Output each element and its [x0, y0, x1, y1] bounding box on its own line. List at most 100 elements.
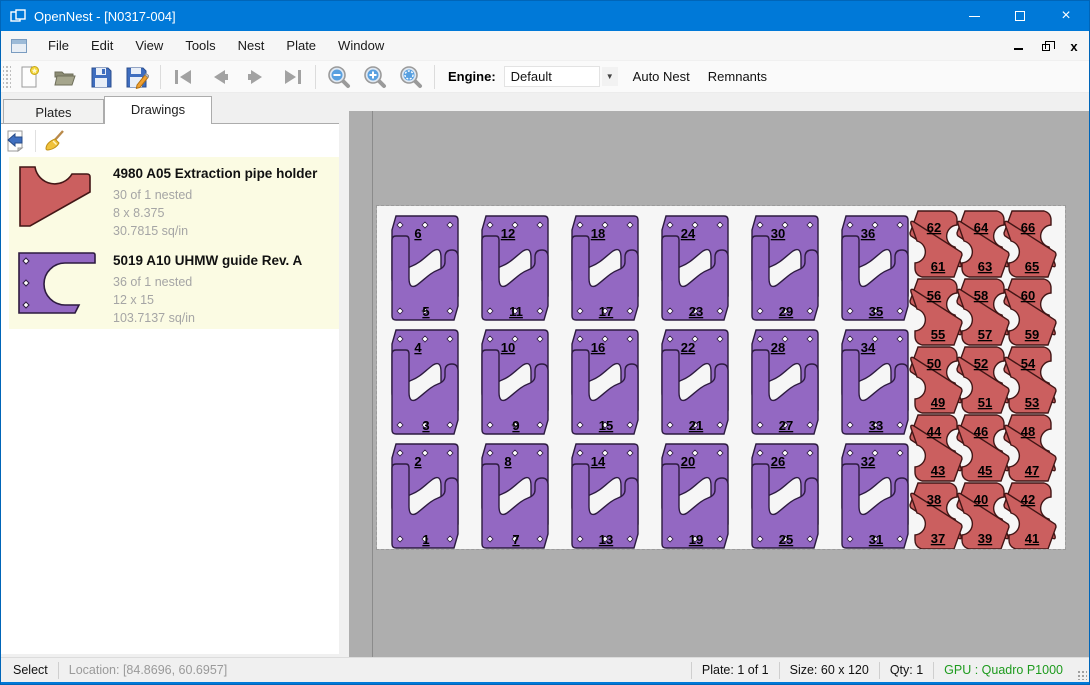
- zoom-in-button[interactable]: [357, 63, 393, 91]
- maximize-button[interactable]: [997, 1, 1043, 31]
- toolbar-separator: [434, 65, 435, 89]
- red-part-pair[interactable]: 6665: [1004, 211, 1056, 277]
- mdi-minimize-button[interactable]: [1011, 39, 1025, 53]
- purple-part-pair[interactable]: 3231: [842, 444, 908, 548]
- menu-item-tools[interactable]: Tools: [174, 33, 226, 58]
- purple-part-pair[interactable]: 21: [392, 444, 458, 548]
- drawing-title: 4980 A05 Extraction pipe holder: [113, 166, 317, 181]
- first-arrow-icon: [172, 65, 196, 89]
- menu-item-view[interactable]: View: [124, 33, 174, 58]
- red-part-pair[interactable]: 4241: [1004, 483, 1056, 549]
- purple-part-pair[interactable]: 3433: [842, 330, 908, 434]
- purple-part-pair[interactable]: 2423: [662, 216, 728, 320]
- zoom-out-button[interactable]: [321, 63, 357, 91]
- purple-part-pair[interactable]: 2221: [662, 330, 728, 434]
- red-part-pair[interactable]: 4847: [1004, 415, 1056, 481]
- drawing-size: 12 x 15: [113, 291, 302, 309]
- drawing-item-1[interactable]: 4980 A05 Extraction pipe holder 30 of 1 …: [9, 157, 339, 244]
- svg-text:27: 27: [779, 418, 793, 433]
- remnants-button[interactable]: Remnants: [699, 63, 776, 90]
- save-button[interactable]: [83, 63, 119, 91]
- purple-part-pair[interactable]: 2019: [662, 444, 728, 548]
- zoom-extents-button[interactable]: [393, 63, 429, 91]
- purple-part-pair[interactable]: 1817: [572, 216, 638, 320]
- drawing-thumbnail-red: [17, 164, 93, 230]
- minimize-button[interactable]: [951, 1, 997, 31]
- mdi-window-controls: x: [1011, 31, 1081, 61]
- svg-text:20: 20: [681, 454, 695, 469]
- close-button[interactable]: ×: [1043, 1, 1089, 31]
- engine-dropdown-button[interactable]: ▼: [602, 67, 618, 86]
- blue-arrow-document-icon: [4, 129, 28, 153]
- first-plate-button[interactable]: [166, 63, 202, 91]
- svg-text:64: 64: [974, 220, 989, 235]
- svg-text:6: 6: [414, 226, 421, 241]
- svg-text:39: 39: [978, 531, 992, 546]
- purple-part-pair[interactable]: 43: [392, 330, 458, 434]
- maximize-icon: [1015, 11, 1025, 21]
- red-part-pair[interactable]: 5453: [1004, 347, 1056, 413]
- red-part-pair[interactable]: 4039: [957, 483, 1009, 549]
- window-title: OpenNest - [N0317-004]: [34, 9, 176, 24]
- next-plate-button[interactable]: [238, 63, 274, 91]
- clear-drawings-button[interactable]: [40, 127, 70, 155]
- svg-text:60: 60: [1021, 288, 1035, 303]
- purple-part-pair[interactable]: 109: [482, 330, 548, 434]
- red-part-pair[interactable]: 6059: [1004, 279, 1056, 345]
- purple-part-pair[interactable]: 87: [482, 444, 548, 548]
- svg-text:4: 4: [414, 340, 422, 355]
- red-part-pair[interactable]: 3837: [910, 483, 962, 549]
- svg-text:44: 44: [927, 424, 942, 439]
- purple-part-pair[interactable]: 1211: [482, 216, 548, 320]
- purple-part-pair[interactable]: 1413: [572, 444, 638, 548]
- purple-part-pair[interactable]: 2827: [752, 330, 818, 434]
- remove-drawing-button[interactable]: [1, 127, 31, 155]
- red-part-pair[interactable]: 6261: [910, 211, 962, 277]
- drawing-area: 103.7137 sq/in: [113, 309, 302, 327]
- engine-combobox[interactable]: Default: [504, 66, 600, 87]
- last-plate-button[interactable]: [274, 63, 310, 91]
- svg-text:55: 55: [931, 327, 945, 342]
- red-part-pair[interactable]: 5049: [910, 347, 962, 413]
- mdi-close-button[interactable]: x: [1067, 39, 1081, 53]
- svg-text:35: 35: [869, 304, 883, 319]
- save-as-button[interactable]: [119, 63, 155, 91]
- purple-part-pair[interactable]: 65: [392, 216, 458, 320]
- svg-text:66: 66: [1021, 220, 1035, 235]
- nest-canvas[interactable]: 65 1211 1817 2423 3029 3635 43 109 1615 2221 2827 3…: [349, 111, 1089, 657]
- mdi-restore-button[interactable]: [1039, 39, 1053, 53]
- canvas-top-gap: [349, 93, 1089, 111]
- menu-item-plate[interactable]: Plate: [275, 33, 327, 58]
- svg-text:47: 47: [1025, 463, 1039, 478]
- drawing-item-2[interactable]: 5019 A10 UHMW guide Rev. A 36 of 1 neste…: [9, 244, 339, 331]
- menu-item-nest[interactable]: Nest: [227, 33, 276, 58]
- resize-grip[interactable]: [1077, 670, 1087, 680]
- svg-text:11: 11: [509, 304, 523, 319]
- menu-item-window[interactable]: Window: [327, 33, 395, 58]
- tab-plates[interactable]: Plates: [3, 99, 104, 124]
- qty-status: Qty: 1: [880, 663, 933, 677]
- open-button[interactable]: [47, 63, 83, 91]
- red-part-pair[interactable]: 4645: [957, 415, 1009, 481]
- red-part-pair[interactable]: 5655: [910, 279, 962, 345]
- red-part-pair[interactable]: 6463: [957, 211, 1009, 277]
- purple-part-pair[interactable]: 3635: [842, 216, 908, 320]
- red-part-pair[interactable]: 4443: [910, 415, 962, 481]
- menu-item-edit[interactable]: Edit: [80, 33, 124, 58]
- menu-item-file[interactable]: File: [37, 33, 80, 58]
- purple-part-pair[interactable]: 3029: [752, 216, 818, 320]
- purple-part-pair[interactable]: 2625: [752, 444, 818, 548]
- red-part-pair[interactable]: 5857: [957, 279, 1009, 345]
- new-file-button[interactable]: [11, 63, 47, 91]
- svg-text:58: 58: [974, 288, 988, 303]
- red-part-pair[interactable]: 5251: [957, 347, 1009, 413]
- purple-part-pair[interactable]: 1615: [572, 330, 638, 434]
- auto-nest-button[interactable]: Auto Nest: [624, 63, 699, 90]
- svg-text:32: 32: [861, 454, 875, 469]
- tab-drawings[interactable]: Drawings: [104, 96, 212, 124]
- previous-plate-button[interactable]: [202, 63, 238, 91]
- toolbar-grip[interactable]: [3, 64, 11, 90]
- plate-sheet[interactable]: 65 1211 1817 2423 3029 3635 43 109 1615 2221 2827 3…: [377, 206, 1065, 549]
- mdi-minimize-icon: [1014, 48, 1023, 50]
- drawings-toolbar-separator: [35, 130, 36, 152]
